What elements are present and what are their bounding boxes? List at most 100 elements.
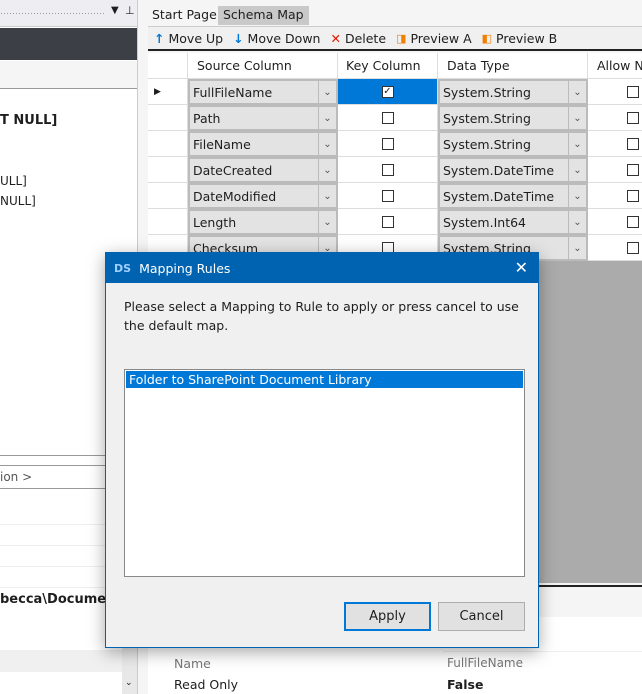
allow-null-checkbox[interactable] xyxy=(627,137,639,150)
cancel-button[interactable]: Cancel xyxy=(438,602,525,631)
data-type-combo[interactable]: System.String ⌄ xyxy=(438,79,588,105)
app-logo-icon: DS xyxy=(114,261,132,275)
move-up-button[interactable]: ↑ Move Up xyxy=(154,31,223,46)
property-name: Read Only xyxy=(174,677,239,692)
panel-subheader xyxy=(0,61,137,89)
allow-null-cell[interactable] xyxy=(588,157,642,183)
property-value[interactable]: False xyxy=(447,677,483,692)
allow-null-checkbox[interactable] xyxy=(627,241,639,254)
key-checkbox[interactable] xyxy=(381,163,394,176)
preview-b-button[interactable]: ◧ Preview B xyxy=(482,31,558,46)
column-header-key[interactable]: Key Column xyxy=(338,53,438,79)
row-header[interactable] xyxy=(148,131,188,157)
sql-line: NULL] xyxy=(0,194,36,208)
row-header[interactable] xyxy=(148,183,188,209)
preview-b-icon: ◧ xyxy=(481,31,493,45)
apply-button[interactable]: Apply xyxy=(344,602,431,631)
source-column-combo[interactable]: Path ⌄ xyxy=(188,105,338,131)
chevron-down-icon[interactable]: ⌄ xyxy=(318,185,336,207)
chevron-down-icon[interactable]: ⌄ xyxy=(318,107,336,129)
sql-line: ULL] xyxy=(0,174,27,188)
key-checkbox[interactable]: ✓ xyxy=(381,85,394,98)
divider xyxy=(443,651,642,652)
chevron-down-icon[interactable]: ⌄ xyxy=(568,159,586,181)
chevron-down-icon[interactable]: ⌄ xyxy=(318,211,336,233)
preview-a-button[interactable]: ◨ Preview A xyxy=(396,31,472,46)
arrow-up-icon: ↑ xyxy=(154,30,165,46)
source-column-combo[interactable]: Length ⌄ xyxy=(188,209,338,235)
source-column-combo[interactable]: DateCreated ⌄ xyxy=(188,157,338,183)
tab-start-page[interactable]: Start Page xyxy=(147,6,222,25)
key-column-cell[interactable] xyxy=(338,131,438,157)
pin-icon[interactable]: ⊥ xyxy=(125,4,135,17)
key-checkbox[interactable] xyxy=(381,111,394,124)
data-type-combo[interactable]: System.String ⌄ xyxy=(438,131,588,157)
chevron-down-icon[interactable]: ⌄ xyxy=(318,133,336,155)
allow-null-checkbox[interactable] xyxy=(627,111,639,124)
dialog-message: Please select a Mapping to Rule to apply… xyxy=(124,299,519,333)
column-header-type[interactable]: Data Type xyxy=(438,53,588,79)
allow-null-checkbox[interactable] xyxy=(627,189,639,202)
path-value: becca\Document xyxy=(0,592,122,607)
allow-null-cell[interactable] xyxy=(588,235,642,261)
dialog-titlebar: DS Mapping Rules ✕ xyxy=(106,253,538,283)
sql-line: T NULL] xyxy=(0,113,58,128)
property-value[interactable]: FullFileName xyxy=(447,656,523,670)
tab-schema-map[interactable]: Schema Map xyxy=(218,6,309,25)
toolbar: ↑ Move Up ↓ Move Down ✕ Delete ◨ Preview A ◧… xyxy=(148,26,642,51)
chevron-down-icon[interactable]: ⌄ xyxy=(568,81,586,103)
property-name: Name xyxy=(174,656,211,671)
panel-header: ▼ ⊥ xyxy=(0,0,137,27)
source-column-combo[interactable]: DateModified ⌄ xyxy=(188,183,338,209)
key-column-cell[interactable] xyxy=(338,183,438,209)
arrow-down-icon: ↓ xyxy=(233,30,244,46)
allow-null-cell[interactable] xyxy=(588,183,642,209)
mapping-rules-dialog: DS Mapping Rules ✕ Please select a Mappi… xyxy=(105,252,539,648)
dropdown-icon[interactable]: ▼ xyxy=(111,5,119,16)
column-header-allow[interactable]: Allow N xyxy=(588,53,642,79)
allow-null-checkbox[interactable] xyxy=(627,163,639,176)
allow-null-checkbox[interactable] xyxy=(627,85,639,98)
chevron-down-icon[interactable]: ⌄ xyxy=(568,133,586,155)
chevron-down-icon[interactable]: ⌄ xyxy=(568,107,586,129)
chevron-down-icon[interactable]: ⌄ xyxy=(568,237,586,259)
key-checkbox[interactable] xyxy=(381,189,394,202)
key-column-cell[interactable]: ✓ xyxy=(338,79,438,105)
column-header-source[interactable]: Source Column xyxy=(188,53,338,79)
allow-null-checkbox[interactable] xyxy=(627,215,639,228)
key-column-cell[interactable] xyxy=(338,157,438,183)
close-icon[interactable]: ✕ xyxy=(515,258,528,277)
corner-header xyxy=(148,53,188,79)
chevron-down-icon[interactable]: ⌄ xyxy=(318,159,336,181)
chevron-down-icon[interactable]: ⌄ xyxy=(318,81,336,103)
key-checkbox[interactable] xyxy=(381,137,394,150)
key-column-cell[interactable] xyxy=(338,209,438,235)
list-item[interactable]: Folder to SharePoint Document Library xyxy=(126,371,523,388)
row-header[interactable] xyxy=(148,157,188,183)
scroll-down-icon[interactable]: ⌄ xyxy=(125,678,133,688)
chevron-down-icon[interactable]: ⌄ xyxy=(568,185,586,207)
data-type-combo[interactable]: System.DateTime ⌄ xyxy=(438,183,588,209)
allow-null-cell[interactable] xyxy=(588,131,642,157)
row-header[interactable] xyxy=(148,209,188,235)
data-type-combo[interactable]: System.String ⌄ xyxy=(438,105,588,131)
source-column-combo[interactable]: FileName ⌄ xyxy=(188,131,338,157)
mapping-list[interactable]: Folder to SharePoint Document Library xyxy=(124,369,525,577)
source-column-combo[interactable]: FullFileName ⌄ xyxy=(188,79,338,105)
dark-toolbar xyxy=(0,28,137,60)
schema-grid: Source Column Key Column Data Type Allow… xyxy=(148,53,642,261)
data-type-combo[interactable]: System.DateTime ⌄ xyxy=(438,157,588,183)
data-type-combo[interactable]: System.Int64 ⌄ xyxy=(438,209,588,235)
delete-button[interactable]: ✕ Delete xyxy=(330,31,386,46)
row-header[interactable] xyxy=(148,105,188,131)
allow-null-cell[interactable] xyxy=(588,209,642,235)
grip-dots xyxy=(0,12,106,16)
key-column-cell[interactable] xyxy=(338,105,438,131)
allow-null-cell[interactable] xyxy=(588,105,642,131)
allow-null-cell[interactable] xyxy=(588,79,642,105)
delete-icon: ✕ xyxy=(330,30,341,46)
chevron-down-icon[interactable]: ⌄ xyxy=(568,211,586,233)
key-checkbox[interactable] xyxy=(381,215,394,228)
row-header[interactable]: ▶ xyxy=(148,79,188,105)
move-down-button[interactable]: ↓ Move Down xyxy=(233,31,320,46)
